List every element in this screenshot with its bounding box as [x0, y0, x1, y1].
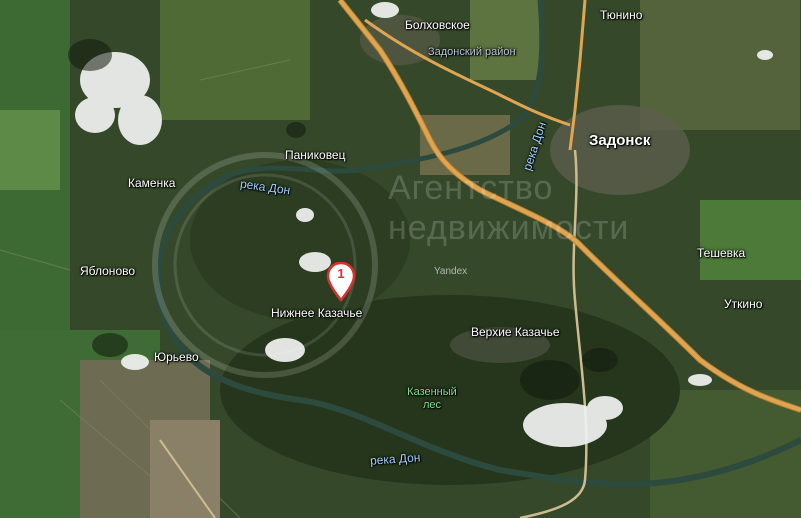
label-nizhnee-kazachye[interactable]: Нижнее Казачье	[271, 306, 362, 320]
label-forest: Казенный лес	[400, 386, 464, 412]
provider-label: Yandex	[434, 266, 468, 277]
label-bolkhovskoe[interactable]: Болховское	[405, 18, 470, 32]
label-forest-line1: Казенный	[407, 386, 457, 398]
label-teshevka[interactable]: Тешевка	[697, 246, 745, 260]
map-imagery	[0, 0, 801, 518]
label-utkino[interactable]: Уткино	[724, 297, 762, 311]
marker-number: 1	[337, 266, 345, 281]
label-district: Задонский район	[428, 46, 516, 58]
label-forest-line2: лес	[422, 399, 442, 411]
label-yurevo[interactable]: Юрьево	[154, 350, 199, 364]
label-panikovets[interactable]: Паниковец	[285, 148, 345, 162]
satellite-map[interactable]: Агентство недвижимости Болховское Тюнино…	[0, 0, 801, 518]
label-zadonsk[interactable]: Задонск	[589, 133, 650, 148]
label-kamenka[interactable]: Каменка	[128, 176, 175, 190]
location-marker[interactable]: 1	[326, 262, 356, 302]
watermark-line1: Агентство	[388, 169, 554, 207]
label-yablonovo[interactable]: Яблоново	[80, 264, 135, 278]
label-verkhie-kazachye[interactable]: Верхие Казачье	[471, 325, 560, 339]
watermark-line2: недвижимости	[388, 209, 630, 247]
label-tyunino[interactable]: Тюнино	[600, 8, 642, 22]
